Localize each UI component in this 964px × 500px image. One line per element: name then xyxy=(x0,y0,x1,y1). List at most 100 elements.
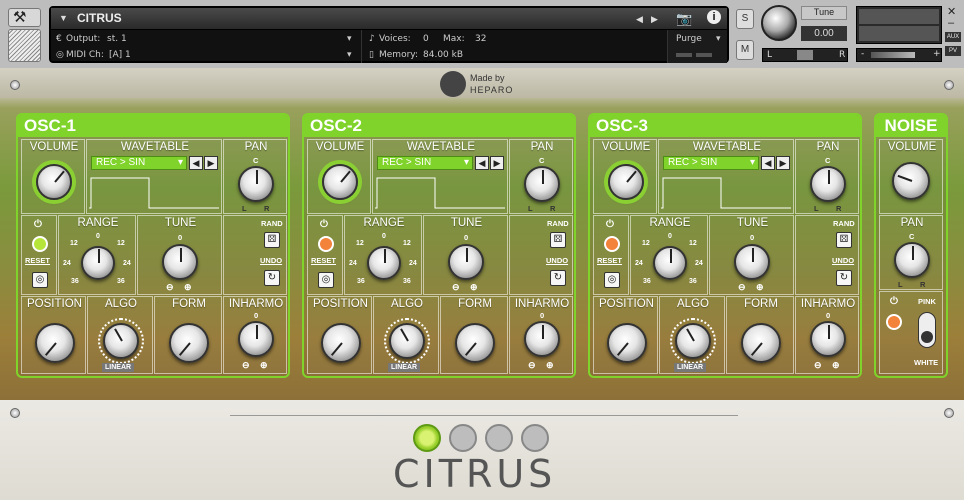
wavetable-dropdown[interactable]: REC > SIN ▾ xyxy=(91,156,187,170)
snapshot-button[interactable] xyxy=(8,29,41,62)
tune-knob[interactable] xyxy=(734,244,770,280)
position-knob[interactable] xyxy=(321,323,361,363)
tune-minus-icon[interactable]: ⊖ xyxy=(166,282,174,293)
volume-knob[interactable] xyxy=(322,164,358,200)
solo-button[interactable]: S xyxy=(736,9,754,29)
tune-knob[interactable] xyxy=(761,5,797,41)
purge-dropdown-icon[interactable]: ▾ xyxy=(716,34,721,44)
wavetable-next-button[interactable]: ▶ xyxy=(490,156,504,170)
lime-preset-icon[interactable] xyxy=(413,424,441,452)
inharmo-plus-icon[interactable]: ⊕ xyxy=(260,360,268,371)
wavetable-next-button[interactable]: ▶ xyxy=(776,156,790,170)
volume-knob[interactable] xyxy=(608,164,644,200)
reset-label[interactable]: RESET xyxy=(25,256,50,265)
aux-button[interactable]: AUX xyxy=(945,32,961,42)
inharmo-minus-icon[interactable]: ⊖ xyxy=(814,360,822,371)
midi-value[interactable]: [A] 1 xyxy=(109,50,131,60)
rand-label: RAND xyxy=(261,219,283,228)
wavetable-dropdown[interactable]: REC > SIN ▾ xyxy=(663,156,759,170)
tune-minus-icon[interactable]: ⊖ xyxy=(452,282,460,293)
noise-volume-knob[interactable] xyxy=(892,162,930,200)
minimize-icon[interactable]: – xyxy=(948,17,954,29)
wavetable-prev-button[interactable]: ◀ xyxy=(189,156,203,170)
osc-active-icon[interactable] xyxy=(604,236,620,252)
inharmo-knob[interactable] xyxy=(524,321,560,357)
pan-knob[interactable] xyxy=(810,166,846,202)
tune-knob[interactable] xyxy=(448,244,484,280)
tune-minus-icon[interactable]: ⊖ xyxy=(738,282,746,293)
info-icon[interactable]: i xyxy=(707,10,721,24)
tune-knob[interactable] xyxy=(162,244,198,280)
volume-slider[interactable]: - + xyxy=(856,48,942,62)
tune-value[interactable]: 0.00 xyxy=(801,26,847,41)
position-knob[interactable] xyxy=(607,323,647,363)
pan-knob[interactable] xyxy=(524,166,560,202)
noise-active-icon[interactable] xyxy=(886,314,902,330)
reset-icon[interactable]: ◎ xyxy=(32,272,48,288)
inharmo-knob[interactable] xyxy=(238,321,274,357)
inharmo-knob[interactable] xyxy=(810,321,846,357)
wavetable-next-button[interactable]: ▶ xyxy=(204,156,218,170)
noise-pan-knob[interactable] xyxy=(894,242,930,278)
undo-icon[interactable]: ↻ xyxy=(264,270,280,286)
pan-slider-handle[interactable] xyxy=(797,50,813,60)
osc-power-icon[interactable]: ⏻ xyxy=(320,219,328,230)
volume-cell: VOLUME xyxy=(307,139,371,214)
output-value[interactable]: st. 1 xyxy=(107,34,127,44)
osc-power-icon[interactable]: ⏻ xyxy=(606,219,614,230)
inharmo-plus-icon[interactable]: ⊕ xyxy=(546,360,554,371)
tune-plus-icon[interactable]: ⊕ xyxy=(756,282,764,293)
inharmo-minus-icon[interactable]: ⊖ xyxy=(528,360,536,371)
camera-icon[interactable]: 📷 xyxy=(676,11,692,27)
form-knob[interactable] xyxy=(169,323,209,363)
citrus-preset-icon[interactable] xyxy=(449,424,477,452)
range-knob[interactable] xyxy=(653,246,687,280)
algo-knob[interactable] xyxy=(384,318,430,364)
form-knob[interactable] xyxy=(741,323,781,363)
pan-left-mark: L xyxy=(814,204,819,213)
dice-icon[interactable]: ⚄ xyxy=(550,232,566,248)
wavetable-prev-button[interactable]: ◀ xyxy=(475,156,489,170)
instrument-title[interactable]: CITRUS xyxy=(77,11,122,25)
undo-icon[interactable]: ↻ xyxy=(836,270,852,286)
dice-icon[interactable]: ⚄ xyxy=(264,232,280,248)
tune-plus-icon[interactable]: ⊕ xyxy=(184,282,192,293)
form-knob[interactable] xyxy=(455,323,495,363)
tune-plus-icon[interactable]: ⊕ xyxy=(470,282,478,293)
osc-active-icon[interactable] xyxy=(318,236,334,252)
osc-power-icon[interactable]: ⏻ xyxy=(34,219,42,230)
pan-knob[interactable] xyxy=(238,166,274,202)
osc-active-icon[interactable] xyxy=(32,236,48,252)
dice-icon[interactable]: ⚄ xyxy=(836,232,852,248)
wavetable-prev-button[interactable]: ◀ xyxy=(761,156,775,170)
reset-label[interactable]: RESET xyxy=(311,256,336,265)
volume-knob[interactable] xyxy=(36,164,72,200)
inharmo-plus-icon[interactable]: ⊕ xyxy=(832,360,840,371)
noise-power-icon[interactable]: ⏻ xyxy=(890,296,898,307)
collapse-icon[interactable]: ▼ xyxy=(59,13,68,23)
range-knob[interactable] xyxy=(367,246,401,280)
pv-button[interactable]: PV xyxy=(945,46,961,56)
reset-icon[interactable]: ◎ xyxy=(318,272,334,288)
citrus-preset-icon[interactable] xyxy=(521,424,549,452)
algo-knob[interactable] xyxy=(670,318,716,364)
prev-instrument-icon[interactable]: ◀ xyxy=(636,14,643,25)
range-knob[interactable] xyxy=(81,246,115,280)
pan-slider[interactable]: L R xyxy=(762,48,848,62)
wavetable-dropdown[interactable]: REC > SIN ▾ xyxy=(377,156,473,170)
inharmo-minus-icon[interactable]: ⊖ xyxy=(242,360,250,371)
output-dropdown-icon[interactable]: ▾ xyxy=(347,34,352,44)
position-knob[interactable] xyxy=(35,323,75,363)
reset-label[interactable]: RESET xyxy=(597,256,622,265)
purge-button[interactable]: Purge xyxy=(676,34,702,44)
wrench-button[interactable]: ⚒ xyxy=(8,8,41,27)
noise-type-switch[interactable] xyxy=(918,312,936,348)
undo-icon[interactable]: ↻ xyxy=(550,270,566,286)
max-voices-value[interactable]: 32 xyxy=(475,34,486,44)
algo-knob[interactable] xyxy=(98,318,144,364)
mute-button[interactable]: M xyxy=(736,40,754,60)
next-instrument-icon[interactable]: ▶ xyxy=(651,14,658,25)
reset-icon[interactable]: ◎ xyxy=(604,272,620,288)
citrus-preset-icon[interactable] xyxy=(485,424,513,452)
midi-dropdown-icon[interactable]: ▾ xyxy=(347,50,352,60)
